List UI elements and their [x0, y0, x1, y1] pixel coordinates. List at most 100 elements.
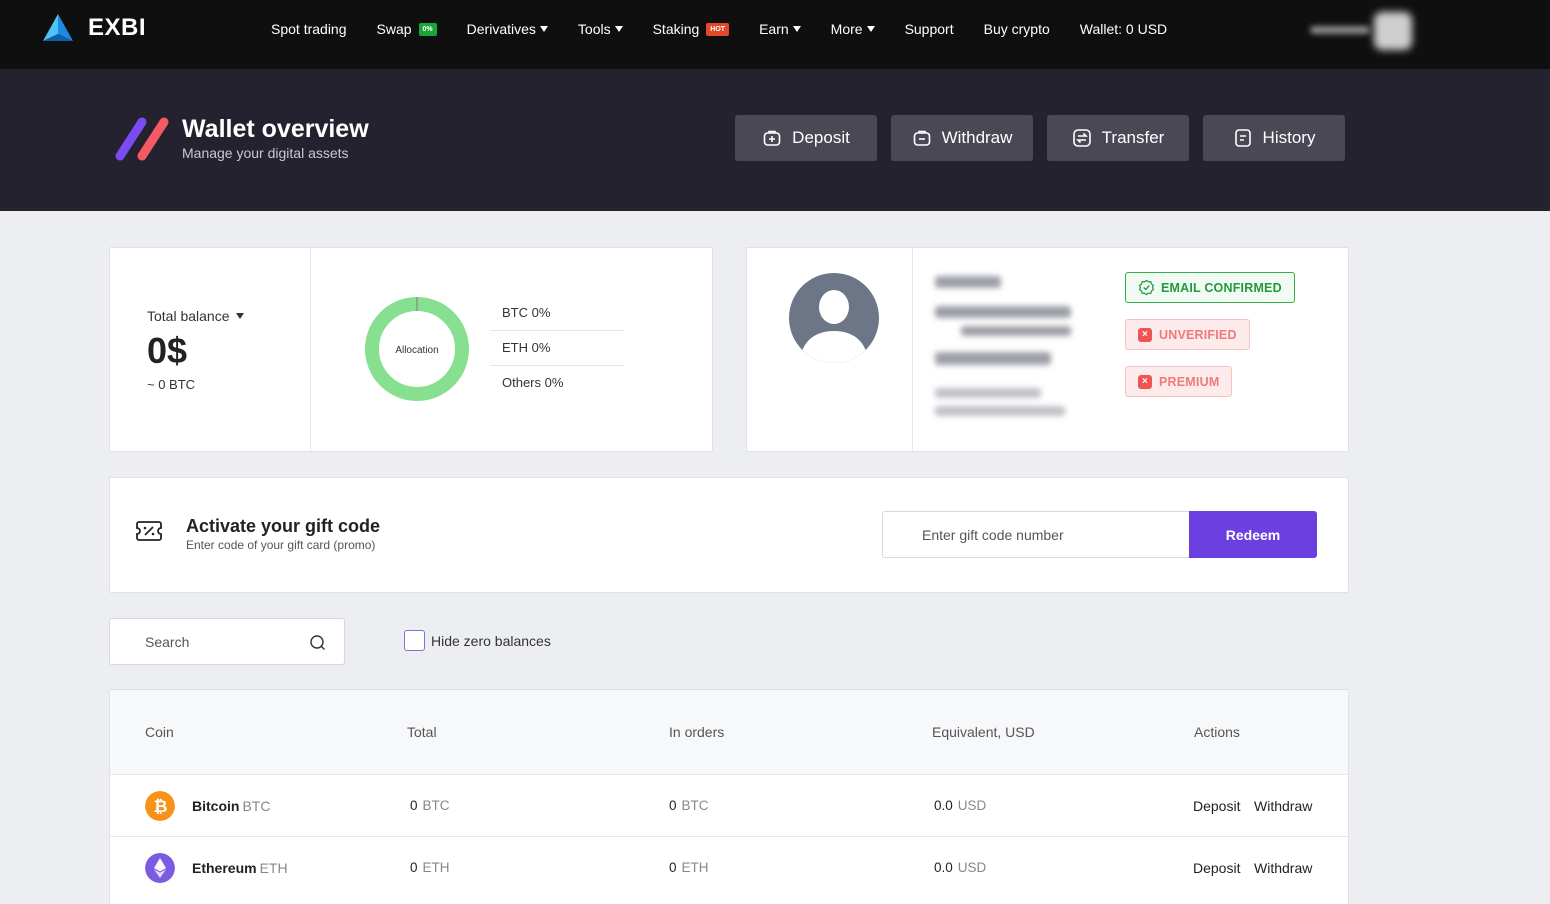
allocation-eth: ETH 0%: [490, 331, 624, 366]
top-navbar: EXBI Spot trading Swap 0% Derivatives Too…: [0, 0, 1550, 69]
caret-down-icon: [866, 26, 875, 32]
blurred-user-ip: [935, 406, 1065, 416]
exbi-logo-icon: [43, 14, 73, 41]
redeem-button[interactable]: Redeem: [1189, 511, 1317, 558]
brand-name: EXBI: [88, 14, 147, 41]
email-confirmed-badge: EMAIL CONFIRMED: [1125, 272, 1295, 303]
coin-name: Ethereum ETH: [192, 860, 288, 876]
history-label: History: [1262, 128, 1316, 147]
hot-badge: HOT: [706, 22, 730, 36]
header-coin: Coin: [145, 724, 174, 740]
total-value: 0: [410, 798, 418, 813]
nav-label: Buy crypto: [983, 21, 1050, 37]
in-orders-cell: 0 ETH: [669, 860, 709, 875]
table-row: ₿ Bitcoin BTC 0 BTC 0 BTC 0.0 USD Deposit Wi…: [110, 774, 1348, 836]
nav-wallet[interactable]: Wallet: 0 USD: [1080, 21, 1167, 37]
total-cell: 0 ETH: [410, 860, 450, 875]
nav-buy-crypto[interactable]: Buy crypto: [984, 21, 1050, 37]
x-mark-icon: ×: [1138, 327, 1152, 342]
deposit-icon: [763, 130, 781, 146]
badge-label: UNVERIFIED: [1159, 327, 1237, 342]
table-row: Ethereum ETH 0 ETH 0 ETH 0.0 USD Deposit Wit…: [110, 836, 1348, 898]
user-avatar-icon: [789, 273, 879, 363]
caret-down-icon: [792, 26, 801, 32]
nav-label: More: [830, 21, 863, 37]
gift-code-title: Activate your gift code: [186, 516, 381, 536]
user-account-menu[interactable]: [1306, 10, 1418, 50]
in-orders-cell: 0 BTC: [669, 798, 709, 813]
row-withdraw-link[interactable]: Withdraw: [1254, 860, 1312, 876]
allocation-donut-chart: Allocation: [365, 297, 469, 401]
total-balance-label: Total balance: [147, 308, 230, 324]
nav-swap[interactable]: Swap 0%: [377, 21, 437, 37]
total-unit: ETH: [422, 860, 450, 875]
nav-earn[interactable]: Earn: [759, 21, 801, 37]
nav-label: Derivatives: [466, 21, 536, 37]
table-header: Coin Total In orders Equivalent, USD Act…: [110, 690, 1348, 774]
withdraw-label: Withdraw: [941, 128, 1013, 147]
allocation-btc: BTC 0%: [490, 296, 624, 331]
divider: [912, 248, 913, 451]
orders-unit: BTC: [681, 798, 709, 813]
deposit-label: Deposit: [792, 128, 850, 147]
search-icon[interactable]: [309, 634, 326, 651]
nav-support[interactable]: Support: [905, 21, 954, 37]
donut-label: Allocation: [395, 345, 438, 356]
withdraw-icon: [913, 130, 930, 146]
search-input[interactable]: [110, 619, 300, 664]
blurred-user-email-2: [961, 326, 1071, 336]
total-cell: 0 BTC: [410, 798, 450, 813]
usd-cell: 0.0 USD: [934, 798, 986, 813]
orders-unit: ETH: [681, 860, 709, 875]
gift-code-subtitle: Enter code of your gift card (promo): [186, 538, 376, 552]
total-value: 0: [410, 860, 418, 875]
allocation-others: Others 0%: [502, 375, 564, 390]
hide-zero-balances-toggle[interactable]: Hide zero balances: [404, 630, 551, 651]
wallet-slashes-icon: [115, 117, 169, 161]
nav-label: Swap: [376, 21, 412, 37]
user-avatar-blurred: [1374, 12, 1412, 50]
hide-zero-label: Hide zero balances: [431, 632, 551, 649]
nav-label: Staking: [652, 21, 700, 37]
orders-value: 0: [669, 798, 677, 813]
transfer-icon: [1072, 129, 1091, 147]
withdraw-button[interactable]: Withdraw: [891, 115, 1033, 161]
header-actions: Actions: [1194, 724, 1240, 740]
nav-more[interactable]: More: [831, 21, 875, 37]
nav-label: Support: [904, 21, 954, 37]
nav-spot-trading[interactable]: Spot trading: [271, 21, 347, 37]
deposit-button[interactable]: Deposit: [735, 115, 877, 161]
svg-text:₿: ₿: [154, 797, 168, 817]
total-unit: BTC: [422, 798, 450, 813]
caret-down-icon: [235, 313, 244, 319]
coin-symbol: ETH: [259, 860, 288, 876]
nav-staking[interactable]: Staking HOT: [652, 21, 730, 37]
nav-derivatives[interactable]: Derivatives: [467, 21, 548, 37]
nav-label: Earn: [759, 21, 789, 37]
hide-zero-checkbox[interactable]: [404, 630, 425, 651]
gift-code-input[interactable]: [882, 511, 1190, 558]
usd-unit: USD: [957, 798, 987, 813]
total-balance-value: 0$: [147, 330, 188, 371]
balance-card: Total balance 0$ ~ 0 BTC Allocation BTC …: [109, 247, 713, 452]
nav-tools[interactable]: Tools: [578, 21, 623, 37]
history-button[interactable]: History: [1203, 115, 1345, 161]
nav-label: Tools: [577, 21, 611, 37]
coin-symbol: BTC: [242, 798, 271, 814]
gift-code-card: Activate your gift code Enter code of yo…: [109, 477, 1349, 593]
total-balance-btc: ~ 0 BTC: [147, 377, 196, 392]
brand-logo[interactable]: EXBI: [42, 13, 146, 43]
swap-badge: 0%: [418, 22, 437, 36]
blurred-user-date: [935, 388, 1041, 398]
transfer-button[interactable]: Transfer: [1047, 115, 1189, 161]
username-blurred: [1310, 26, 1370, 34]
blurred-user-phone: [935, 352, 1051, 365]
divider: [310, 248, 311, 451]
row-deposit-link[interactable]: Deposit: [1193, 798, 1240, 814]
search-field[interactable]: [109, 618, 345, 665]
total-balance-toggle[interactable]: Total balance: [147, 308, 244, 324]
profile-card: EMAIL CONFIRMED × UNVERIFIED × PREMIUM: [746, 247, 1349, 452]
row-deposit-link[interactable]: Deposit: [1193, 860, 1240, 876]
transfer-label: Transfer: [1101, 128, 1165, 147]
row-withdraw-link[interactable]: Withdraw: [1254, 798, 1312, 814]
